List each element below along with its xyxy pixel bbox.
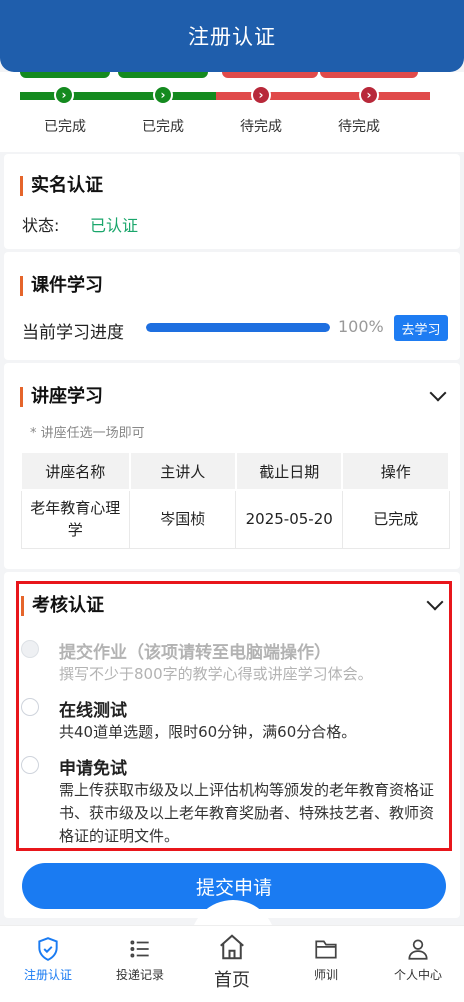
tab-records[interactable]: 投递记录 <box>100 936 180 983</box>
column-header: 讲座名称 <box>20 451 131 491</box>
step-label: 待完成 <box>240 119 282 135</box>
step-pill-2 <box>118 72 208 78</box>
progress-label: 当前学习进度 <box>22 323 124 343</box>
status-value: 已认证 <box>90 216 139 235</box>
step-label: 已完成 <box>44 119 86 135</box>
go-study-button[interactable]: 去学习 <box>394 315 448 341</box>
column-header: 主讲人 <box>128 451 237 491</box>
lecture-note: * 讲座任选一场即可 <box>30 426 145 441</box>
step-pill-3 <box>222 72 318 78</box>
step-pill-1 <box>20 72 110 78</box>
tab-label: 注册认证 <box>23 968 72 982</box>
lecture-section: 讲座学习 * 讲座任选一场即可 讲座名称 主讲人 截止日期 操作 老年教育心理学… <box>4 363 460 569</box>
option-desc: 需上传获取市级及以上评估机构等颁发的老年教育资格证书、获市级及以上老年教育奖励者… <box>59 781 435 845</box>
option-desc: 共40道单选题，限时60分钟，满60分合格。 <box>59 723 357 741</box>
section-title: 讲座学习 <box>20 387 103 407</box>
section-title: 课件学习 <box>20 276 103 296</box>
tab-label: 投递记录 <box>115 968 164 982</box>
option-title: 在线测试 <box>59 701 127 721</box>
progress-bar-fill <box>146 323 330 332</box>
status-label: 状态: <box>22 216 60 235</box>
option-desc: 撰写不少于800字的教学心得或讲座学习体会。 <box>59 665 373 683</box>
step-pill-4 <box>320 72 418 78</box>
tab-home[interactable]: 首页 <box>192 932 272 992</box>
step-chevron-icon: › <box>54 85 74 105</box>
home-icon <box>220 934 244 960</box>
section-title: 考核认证 <box>21 596 104 616</box>
app-header: 注册认证 <box>0 0 464 72</box>
tab-label: 师训 <box>313 968 338 982</box>
section-title: 实名认证 <box>20 176 103 196</box>
step-label: 待完成 <box>338 119 380 135</box>
option-title: 申请免试 <box>59 759 127 779</box>
tab-training[interactable]: 师训 <box>286 936 366 983</box>
step-label: 已完成 <box>142 119 184 135</box>
lecture-name-cell: 老年教育心理学 <box>20 489 130 549</box>
lecture-table: 讲座名称 主讲人 截止日期 操作 老年教育心理学 岑国桢 2025-05-20 … <box>20 451 450 549</box>
step-chevron-icon: › <box>153 85 173 105</box>
tab-label: 首页 <box>214 970 250 991</box>
bottom-tab-bar: 注册认证 投递记录 首页 师训 个人中心 <box>0 925 464 1002</box>
chevron-down-icon[interactable] <box>429 384 447 402</box>
table-row: 老年教育心理学 岑国桢 2025-05-20 已完成 <box>20 489 450 549</box>
tab-profile[interactable]: 个人中心 <box>378 936 458 983</box>
radio-button <box>21 640 39 658</box>
realname-section: 实名认证 状态: 已认证 <box>4 154 460 249</box>
step-chevron-icon: › <box>359 85 379 105</box>
progress-line-done <box>20 92 216 100</box>
column-header: 操作 <box>341 451 450 491</box>
exam-section: 考核认证 提交作业（该项请转至电脑端操作） 撰写不少于800字的教学心得或讲座学… <box>16 581 452 851</box>
progress-steps: › › › › 已完成 已完成 待完成 待完成 <box>0 72 464 152</box>
progress-bar <box>146 323 330 332</box>
radio-button[interactable] <box>21 756 39 774</box>
tab-label: 个人中心 <box>393 968 442 982</box>
radio-button[interactable] <box>21 698 39 716</box>
page-title: 注册认证 <box>188 25 276 49</box>
action-cell[interactable]: 已完成 <box>341 489 450 549</box>
list-icon <box>130 940 149 958</box>
folder-icon <box>315 940 337 959</box>
column-header: 截止日期 <box>234 451 344 491</box>
progress-line-todo <box>216 92 430 100</box>
lecturer-cell: 岑国桢 <box>128 489 237 549</box>
tab-register[interactable]: 注册认证 <box>8 936 88 983</box>
progress-percent: 100% <box>338 317 384 336</box>
user-icon <box>408 939 428 960</box>
chevron-down-icon[interactable] <box>426 593 444 611</box>
option-title: 提交作业（该项请转至电脑端操作） <box>59 643 331 663</box>
course-section: 课件学习 当前学习进度 100% 去学习 <box>4 252 460 360</box>
deadline-cell: 2025-05-20 <box>235 489 343 549</box>
shield-check-icon <box>38 937 58 961</box>
step-chevron-icon: › <box>251 85 271 105</box>
